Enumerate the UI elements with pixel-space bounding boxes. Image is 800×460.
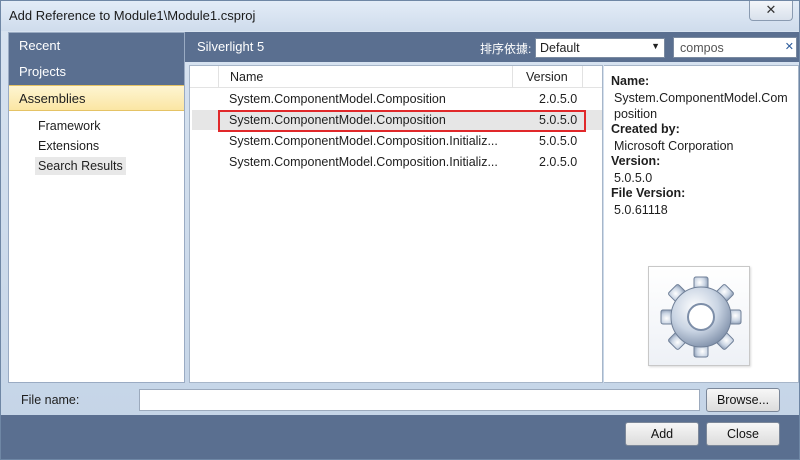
table-row-selected[interactable]: System.ComponentModel.Composition 5.0.5.… — [192, 110, 602, 130]
window-title: Add Reference to Module1\Module1.csproj — [9, 8, 256, 23]
nav-framework[interactable]: Framework — [35, 117, 104, 135]
add-reference-dialog: Add Reference to Module1\Module1.csproj … — [0, 0, 800, 460]
nav-recent[interactable]: Recent — [9, 33, 184, 59]
detail-file-version-value: 5.0.61118 — [614, 203, 668, 217]
detail-created-value: Microsoft Corporation — [614, 139, 734, 153]
detail-file-version-label: File Version: — [611, 186, 686, 200]
clear-search-icon[interactable]: ✕ — [785, 40, 794, 53]
sort-value: Default — [540, 41, 580, 55]
column-header-version[interactable]: Version — [526, 70, 568, 84]
detail-name-value: System.ComponentModel.Composition — [614, 91, 788, 121]
detail-name-label: Name: — [611, 74, 650, 88]
nav-extensions[interactable]: Extensions — [35, 137, 102, 155]
add-button[interactable]: Add — [625, 422, 699, 446]
browse-button[interactable]: Browse... — [706, 388, 780, 412]
table-row[interactable]: System.ComponentModel.Composition 2.0.5.… — [192, 89, 602, 109]
row-name: System.ComponentModel.Composition — [229, 92, 446, 106]
assembly-list: Name Version System.ComponentModel.Compo… — [189, 65, 603, 383]
chevron-down-icon: ▼ — [651, 41, 660, 51]
details-panel: Name: System.ComponentModel.Composition … — [604, 65, 799, 383]
row-version: 5.0.5.0 — [539, 113, 578, 127]
file-name-input[interactable] — [139, 389, 700, 411]
row-version: 5.0.5.0 — [539, 134, 578, 148]
row-name: System.ComponentModel.Composition.Initia… — [229, 155, 498, 169]
close-button[interactable]: Close — [706, 422, 780, 446]
assembly-image — [648, 266, 750, 366]
sort-label: 排序依據: — [480, 42, 532, 56]
column-separator[interactable] — [582, 66, 583, 88]
row-name: System.ComponentModel.Composition.Initia… — [229, 134, 498, 148]
list-header: Name Version — [190, 66, 602, 88]
search-value: compos — [680, 41, 724, 55]
search-input[interactable]: compos ✕ — [673, 37, 797, 58]
title-bar: Add Reference to Module1\Module1.csproj … — [1, 1, 799, 31]
sort-dropdown[interactable]: Default ▼ — [535, 38, 665, 58]
table-row[interactable]: System.ComponentModel.Composition.Initia… — [192, 131, 602, 151]
nav-assemblies[interactable]: Assemblies — [9, 85, 184, 111]
nav-projects[interactable]: Projects — [9, 59, 184, 85]
column-separator[interactable] — [512, 66, 513, 88]
column-separator[interactable] — [218, 66, 219, 88]
detail-version-label: Version: — [611, 154, 661, 168]
button-bar: Add Close — [1, 415, 799, 459]
detail-created-label: Created by: — [611, 122, 680, 136]
left-nav: Recent Projects Assemblies Framework Ext… — [8, 32, 185, 383]
column-header-name[interactable]: Name — [230, 70, 263, 84]
table-row[interactable]: System.ComponentModel.Composition.Initia… — [192, 152, 602, 172]
detail-version-value: 5.0.5.0 — [614, 171, 653, 185]
row-version: 2.0.5.0 — [539, 155, 578, 169]
framework-title: Silverlight 5 — [197, 39, 265, 54]
window-close-button[interactable]: ✕ — [749, 1, 793, 21]
row-name: System.ComponentModel.Composition — [229, 113, 446, 127]
nav-search-results[interactable]: Search Results — [35, 157, 126, 175]
row-version: 2.0.5.0 — [539, 92, 578, 106]
top-bar: Silverlight 5 排序依據: Default ▼ compos ✕ — [185, 32, 799, 62]
file-name-label: File name: — [21, 393, 80, 407]
gear-icon — [660, 276, 742, 358]
